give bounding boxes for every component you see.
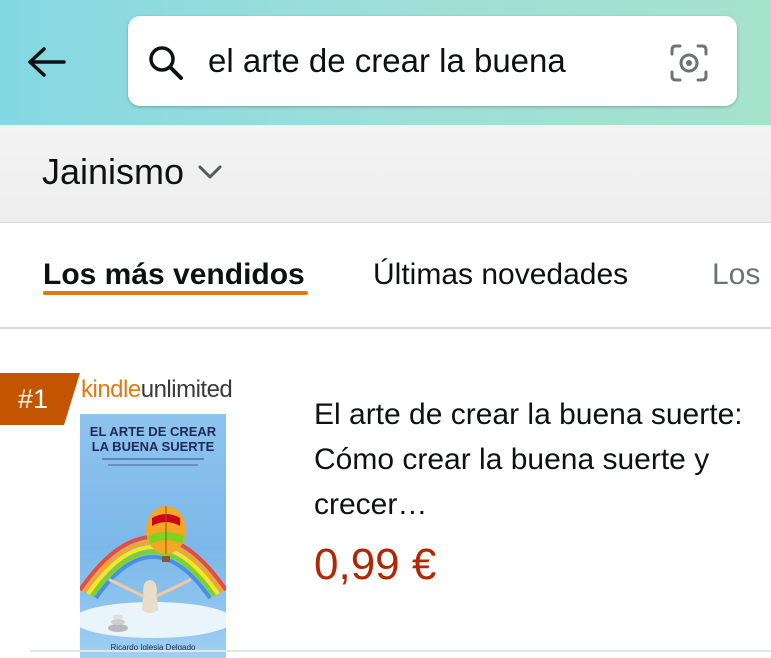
card-divider	[30, 650, 771, 652]
camera-lens-icon[interactable]	[668, 42, 710, 84]
tab-more[interactable]: Los	[712, 253, 760, 297]
magnifier-icon[interactable]	[146, 43, 186, 83]
department-label: Jainismo	[42, 151, 185, 192]
back-button[interactable]	[18, 38, 74, 86]
tab-new-releases[interactable]: Últimas novedades	[373, 253, 628, 297]
search-box[interactable]	[128, 16, 737, 106]
product-title[interactable]: El arte de crear la buena suerte: Cómo c…	[314, 392, 744, 527]
book-cover[interactable]: kindleunlimited EL ARTE DE CREAR LA BUEN…	[66, 372, 233, 658]
active-tab-indicator	[43, 291, 308, 295]
cover-artwork: EL ARTE DE CREAR LA BUENA SUERTE Ricardo…	[80, 424, 226, 652]
kindle-unlimited-logo: kindleunlimited	[81, 376, 233, 404]
sort-tabs: Los más vendidos Últimas novedades Los	[0, 223, 771, 329]
product-price: 0,99 €	[314, 540, 437, 589]
cover-title-line1: EL ARTE DE CREAR	[90, 424, 217, 439]
department-bar: Jainismo	[0, 125, 771, 223]
cover-image: EL ARTE DE CREAR LA BUENA SUERTE Ricardo…	[80, 414, 226, 658]
unlimited-label: unlimited	[140, 376, 233, 403]
search-input[interactable]	[208, 36, 648, 86]
search-header	[0, 0, 771, 125]
cover-title-line2: LA BUENA SUERTE	[92, 439, 215, 454]
product-card[interactable]: #1 kindleunlimited EL ARTE DE CREAR LA B…	[0, 330, 771, 658]
kindle-label: kindle	[81, 376, 141, 403]
chevron-down-icon	[198, 165, 222, 179]
arrow-left-icon	[28, 47, 66, 77]
department-dropdown[interactable]: Jainismo	[42, 147, 226, 197]
